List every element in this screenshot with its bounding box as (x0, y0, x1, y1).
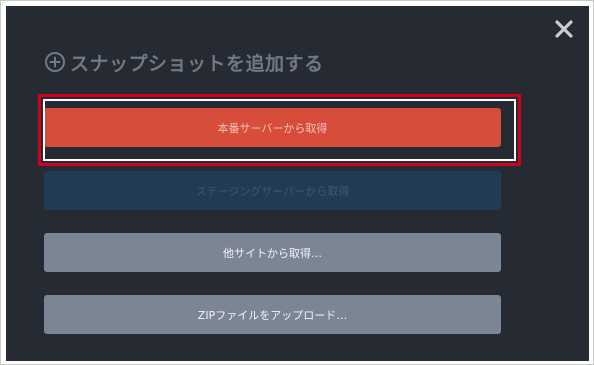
dialog-title: スナップショットを追加する (70, 52, 324, 75)
close-button[interactable] (553, 18, 575, 40)
plus-circle-icon (45, 52, 65, 72)
get-from-staging-button[interactable]: ステージングサーバーから取得 (44, 171, 501, 210)
dialog-header: スナップショットを追加する (44, 49, 324, 75)
close-icon (555, 20, 573, 38)
upload-zip-button[interactable]: ZIPファイルをアップロード… (44, 295, 501, 334)
add-snapshot-dialog: スナップショットを追加する 本番サーバーから取得 ステージングサーバーから取得 … (6, 6, 589, 361)
get-from-production-button[interactable]: 本番サーバーから取得 (44, 108, 501, 147)
screenshot-frame: スナップショットを追加する 本番サーバーから取得 ステージングサーバーから取得 … (0, 0, 594, 365)
get-from-other-site-button[interactable]: 他サイトから取得… (44, 233, 501, 272)
